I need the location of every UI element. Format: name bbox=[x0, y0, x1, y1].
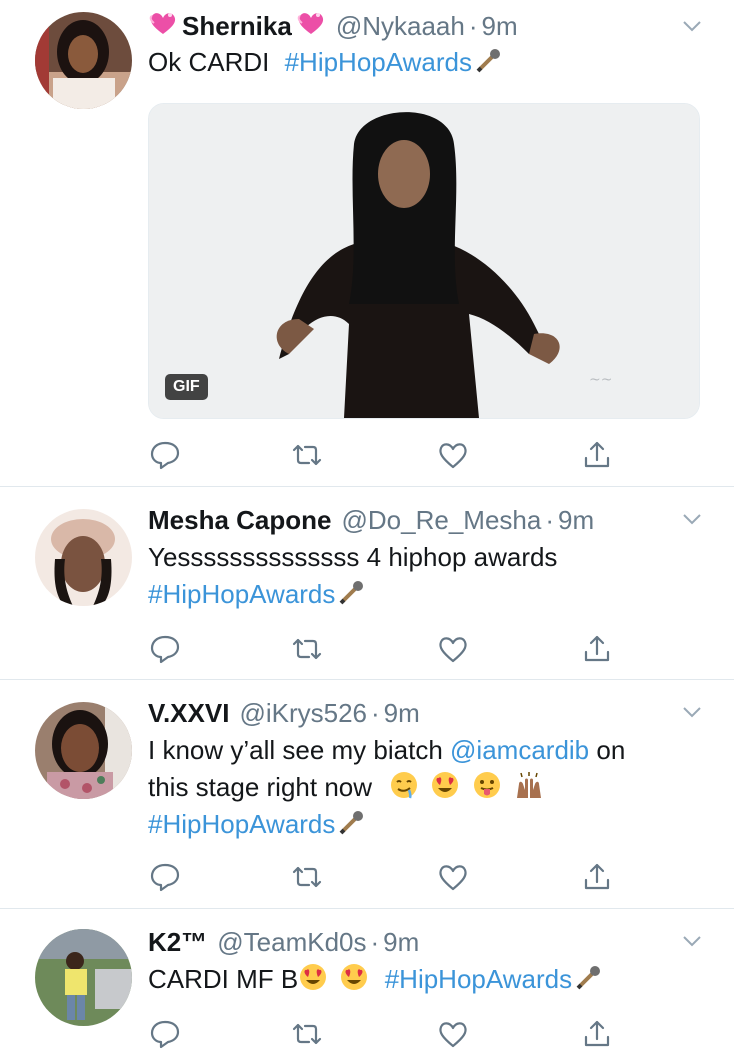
hashtag-link[interactable]: #HipHopAwards bbox=[148, 579, 335, 609]
share-icon[interactable] bbox=[580, 632, 614, 666]
gif-badge: GIF bbox=[165, 374, 208, 400]
share-icon[interactable] bbox=[580, 1017, 614, 1051]
tweet-text: this stage right now bbox=[148, 769, 545, 810]
share-icon[interactable] bbox=[580, 438, 614, 472]
tweet-text-content: Yessssssssssssss 4 hiphop awards bbox=[148, 542, 558, 572]
tweet-text: Yessssssssssssss 4 hiphop awards bbox=[148, 539, 557, 576]
microphone-icon bbox=[337, 579, 365, 617]
handle[interactable]: @iKrys526 bbox=[239, 698, 367, 729]
tweet[interactable]: K2™ @TeamKd0s · 9m CARDI MF B #HipHopAwa… bbox=[0, 909, 734, 1049]
handle[interactable]: @Do_Re_Mesha bbox=[342, 505, 542, 536]
tweet-header: Shernika @Nykaaah · 9m bbox=[148, 8, 518, 44]
heart-icon[interactable] bbox=[436, 1017, 470, 1051]
gif-media[interactable]: ~~ GIF bbox=[148, 103, 700, 419]
separator: · bbox=[371, 697, 380, 728]
tweet-actions bbox=[148, 438, 618, 472]
heart-eyes-icon bbox=[339, 962, 369, 1002]
avatar[interactable] bbox=[35, 12, 132, 109]
tweet-header: Mesha Capone @Do_Re_Mesha · 9m bbox=[148, 502, 594, 538]
display-name[interactable]: K2™ bbox=[148, 927, 207, 958]
hashtag-link[interactable]: #HipHopAwards bbox=[148, 809, 335, 839]
chevron-down-icon[interactable] bbox=[680, 507, 704, 531]
tweet-text-content: on bbox=[596, 735, 626, 765]
retweet-icon[interactable] bbox=[290, 860, 324, 894]
microphone-icon bbox=[337, 809, 365, 847]
hashtag-link[interactable]: #HipHopAwards bbox=[285, 47, 472, 77]
heart-icon[interactable] bbox=[436, 438, 470, 472]
tongue-face-icon bbox=[472, 770, 502, 810]
chevron-down-icon[interactable] bbox=[680, 929, 704, 953]
timestamp[interactable]: 9m bbox=[558, 505, 594, 536]
tweet-text: Ok CARDI #HipHopAwards bbox=[148, 44, 502, 85]
tweet-text: #HipHopAwards bbox=[148, 806, 365, 847]
reply-icon[interactable] bbox=[148, 1017, 182, 1051]
separator: · bbox=[370, 926, 380, 957]
heart-icon[interactable] bbox=[436, 632, 470, 666]
sparkling-hearts-icon bbox=[296, 10, 326, 43]
tweet-text-content: I know y’all see my biatch bbox=[148, 735, 443, 765]
chevron-down-icon[interactable] bbox=[680, 700, 704, 724]
retweet-icon[interactable] bbox=[290, 1017, 324, 1051]
tweet-header: V.XXVI @iKrys526 · 9m bbox=[148, 695, 420, 731]
heart-eyes-icon bbox=[298, 962, 328, 1002]
tweet[interactable]: Mesha Capone @Do_Re_Mesha · 9m Yesssssss… bbox=[0, 487, 734, 680]
drooling-face-icon bbox=[389, 770, 419, 810]
timestamp[interactable]: 9m bbox=[482, 11, 518, 42]
reply-icon[interactable] bbox=[148, 632, 182, 666]
tweet-text-content: CARDI MF B bbox=[148, 964, 299, 994]
separator: · bbox=[468, 10, 478, 41]
retweet-icon[interactable] bbox=[290, 438, 324, 472]
heart-icon[interactable] bbox=[436, 860, 470, 894]
tweet-actions bbox=[148, 632, 618, 666]
avatar[interactable] bbox=[35, 929, 132, 1026]
tweet-text: CARDI MF B #HipHopAwards bbox=[148, 961, 602, 1002]
reply-icon[interactable] bbox=[148, 438, 182, 472]
timestamp[interactable]: 9m bbox=[384, 698, 420, 729]
display-name[interactable]: Shernika bbox=[182, 11, 292, 42]
reply-icon[interactable] bbox=[148, 860, 182, 894]
tweet-text: #HipHopAwards bbox=[148, 576, 365, 617]
hashtag-link[interactable]: #HipHopAwards bbox=[385, 964, 572, 994]
timestamp[interactable]: 9m bbox=[383, 927, 419, 958]
display-name[interactable]: V.XXVI bbox=[148, 698, 229, 729]
raising-hands-icon bbox=[513, 770, 545, 810]
tweet-header: K2™ @TeamKd0s · 9m bbox=[148, 924, 419, 960]
svg-text:~~: ~~ bbox=[589, 372, 612, 388]
share-icon[interactable] bbox=[580, 860, 614, 894]
tweet-actions bbox=[148, 1017, 618, 1051]
tweet[interactable]: V.XXVI @iKrys526 · 9m I know y’all see m… bbox=[0, 680, 734, 909]
separator: · bbox=[545, 504, 554, 535]
microphone-icon bbox=[474, 47, 502, 85]
avatar[interactable] bbox=[35, 702, 132, 799]
chevron-down-icon[interactable] bbox=[680, 14, 704, 38]
tweet-text: I know y’all see my biatch @iamcardib on bbox=[148, 732, 625, 769]
tweet-text-content: this stage right now bbox=[148, 772, 373, 802]
tweet-actions bbox=[148, 860, 618, 894]
tweet[interactable]: Shernika @Nykaaah · 9m Ok CARDI #HipHopA… bbox=[0, 0, 734, 487]
retweet-icon[interactable] bbox=[290, 632, 324, 666]
display-name[interactable]: Mesha Capone bbox=[148, 505, 332, 536]
gif-image: ~~ bbox=[149, 104, 699, 418]
sparkling-hearts-icon bbox=[148, 10, 178, 43]
avatar[interactable] bbox=[35, 509, 132, 606]
heart-eyes-icon bbox=[430, 770, 460, 810]
handle[interactable]: @Nykaaah bbox=[336, 11, 465, 42]
tweet-text-content: Ok CARDI bbox=[148, 47, 270, 77]
handle[interactable]: @TeamKd0s bbox=[217, 927, 366, 958]
mention-link[interactable]: @iamcardib bbox=[450, 735, 589, 765]
microphone-icon bbox=[574, 964, 602, 1002]
